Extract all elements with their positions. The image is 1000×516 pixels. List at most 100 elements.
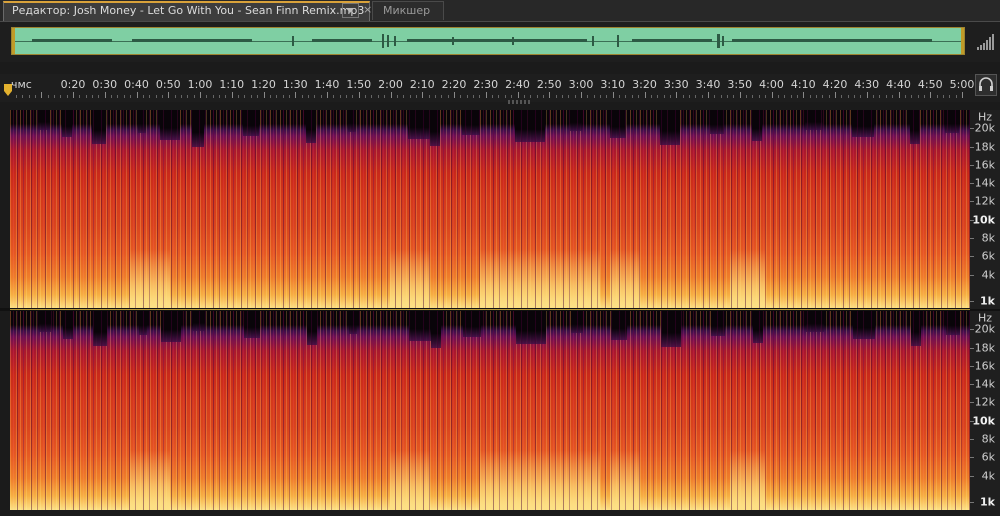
spectral-quiet-band (349, 311, 357, 334)
spectral-quiet-band (515, 110, 545, 142)
spectral-channel-right[interactable] (10, 311, 970, 510)
time-ruler-tick (130, 95, 132, 98)
time-ruler-tick (511, 95, 513, 98)
time-ruler-tick (517, 92, 519, 98)
time-ruler-tick (917, 95, 919, 98)
dropdown-icon[interactable] (342, 3, 359, 18)
frequency-label: 12k (974, 194, 995, 208)
spectral-quiet-band (307, 311, 317, 345)
spectral-quiet-band (462, 110, 480, 135)
time-ruler-tick (149, 95, 151, 98)
time-ruler-tick (777, 95, 779, 98)
overview-waveform[interactable] (11, 27, 965, 55)
time-ruler-label: 2:40 (505, 78, 530, 91)
spectral-quiet-band (408, 110, 430, 139)
time-ruler-tick (746, 95, 748, 98)
spectral-quiet-band (853, 311, 875, 339)
ruler-resize-grip[interactable] (508, 100, 532, 104)
time-ruler-tick (295, 92, 297, 98)
spectral-quiet-band (192, 110, 204, 147)
zoom-level-icon[interactable] (975, 30, 997, 52)
tab-mixer-label: Микшер (383, 4, 431, 17)
time-ruler-tick (860, 95, 862, 98)
frequency-tick (970, 502, 974, 503)
time-ruler-tick (955, 95, 957, 98)
frequency-tick (970, 238, 974, 239)
time-ruler-tick (377, 95, 379, 98)
time-ruler-tick (536, 95, 538, 98)
time-ruler-tick (657, 95, 659, 98)
time-ruler-tick (714, 95, 716, 98)
time-unit-label: чмс (11, 78, 32, 91)
time-ruler-tick (701, 95, 703, 98)
time-ruler-label: 4:00 (759, 78, 784, 91)
spectral-quiet-band (348, 110, 356, 132)
time-ruler-tick (206, 95, 208, 98)
time-ruler-tick (276, 95, 278, 98)
time-ruler-tick (847, 95, 849, 98)
spectral-low-energy-burst (730, 249, 765, 309)
tab-editor-label: Редактор: Josh Money - Let Go With You -… (12, 4, 365, 17)
frequency-label: 14k (974, 377, 995, 391)
time-ruler-tick (473, 95, 475, 98)
spectral-quiet-band (611, 311, 627, 340)
time-ruler-tick (568, 95, 570, 98)
overview-right-handle[interactable] (961, 28, 964, 54)
time-ruler-label: 0:40 (124, 78, 149, 91)
time-ruler-label: 2:50 (536, 78, 562, 91)
playhead-marker-icon[interactable] (4, 84, 12, 96)
time-ruler-tick (771, 92, 773, 98)
time-ruler-label: 1:20 (251, 78, 276, 91)
close-icon[interactable]: × (363, 3, 372, 16)
time-ruler-tick (161, 95, 163, 98)
frequency-label: 1k (980, 495, 995, 509)
overview-signal (32, 34, 932, 48)
time-ruler-tick (841, 95, 843, 98)
frequency-tick (970, 366, 974, 367)
spectral-quiet-band (62, 110, 72, 137)
time-ruler-tick (663, 95, 665, 98)
time-ruler-tick (142, 95, 144, 98)
time-ruler-tick (155, 95, 157, 98)
time-ruler-tick (47, 95, 49, 98)
time-ruler-label: 1:50 (346, 78, 372, 91)
spectral-quiet-band (610, 110, 626, 138)
time-ruler-tick (885, 95, 887, 98)
spectral-low-energy-burst (540, 450, 600, 510)
headphones-icon[interactable] (975, 74, 997, 96)
spectral-quiet-band (945, 110, 959, 133)
time-ruler-label: 4:10 (790, 78, 816, 91)
time-ruler-tick (796, 95, 798, 98)
time-ruler-tick (60, 95, 62, 98)
frequency-label: 6k (981, 249, 995, 263)
tab-editor[interactable]: Редактор: Josh Money - Let Go With You -… (3, 1, 372, 21)
time-ruler-tick (879, 95, 881, 98)
time-ruler-tick (92, 95, 94, 98)
overview-left-handle[interactable] (12, 28, 15, 54)
frequency-tick (970, 165, 974, 166)
time-ruler-tick (73, 92, 74, 98)
time-ruler-tick (434, 95, 436, 98)
time-ruler-tick (549, 92, 551, 98)
time-ruler-tick (98, 95, 100, 98)
time-ruler-label: 4:30 (854, 78, 880, 91)
tab-mixer[interactable]: Микшер (372, 1, 444, 20)
time-ruler-tick (219, 95, 221, 98)
time-ruler-tick (346, 95, 348, 98)
time-ruler-tick (339, 95, 341, 98)
time-ruler-tick (422, 92, 424, 98)
time-ruler-label: 2:00 (378, 78, 403, 91)
time-ruler-tick (111, 95, 113, 98)
time-ruler-tick (942, 95, 944, 98)
spectral-quiet-band (161, 311, 181, 342)
frequency-label: 16k (974, 359, 995, 373)
spectral-channel-left[interactable] (10, 110, 970, 309)
spectral-quiet-band (93, 311, 107, 346)
spectral-quiet-band (946, 311, 960, 335)
time-ruler-tick (263, 92, 265, 98)
channel-divider[interactable] (10, 309, 970, 310)
time-ruler-tick (682, 95, 684, 98)
frequency-label: 16k (974, 158, 995, 172)
time-ruler-tick (593, 95, 595, 98)
spectral-quiet-band (753, 311, 763, 343)
